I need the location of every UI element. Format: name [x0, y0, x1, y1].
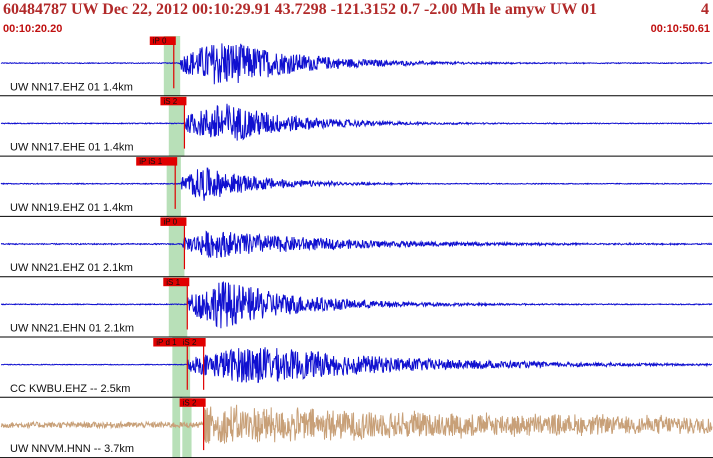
waveform-trace — [0, 230, 713, 259]
coda-window-band — [166, 156, 181, 217]
phase-pick-label: iP 0 — [163, 218, 177, 227]
channel-label: UW NN21.EHN 01 2.1km — [10, 323, 134, 335]
phase-pick-label: iS 2 — [163, 97, 177, 106]
channel-panel[interactable]: iS 1 UW NN21.EHN 01 2.1km — [0, 277, 713, 338]
channel-panel[interactable]: iP 0 UW NN21.EHZ 01 2.1km — [0, 216, 713, 278]
event-summary-end: 4 — [701, 1, 709, 18]
phase-pick-label: iP d 1 — [156, 338, 177, 347]
channel-label: UW NN17.EHZ 01 1.4km — [10, 81, 133, 93]
channel-label: UW NN21.EHZ 01 2.1km — [10, 262, 133, 274]
event-header: 60484787 UW Dec 22, 2012 00:10:29.91 43.… — [0, 0, 713, 36]
channel-panel[interactable]: iS 2 UW NNVM.HNN -- 3.7km — [0, 397, 713, 458]
waveform-trace — [0, 103, 713, 141]
channel-panel[interactable]: iP 0 UW NN17.EHZ 01 1.4km — [0, 36, 713, 97]
channel-panel[interactable]: iS 2 UW NN17.EHE 01 1.4km — [0, 96, 713, 157]
channel-label: UW NN17.EHE 01 1.4km — [10, 142, 133, 154]
waveform-trace — [1, 347, 713, 384]
window-start-time: 00:10:20.20 — [3, 23, 63, 35]
waveform-trace — [0, 167, 713, 201]
phase-pick-label: iP 0 — [153, 37, 167, 46]
waveform-trace — [0, 404, 713, 444]
channel-label: CC KWBU.EHZ -- 2.5km — [10, 383, 130, 395]
phase-pick-label: iS 2 — [183, 398, 197, 407]
window-end-time: 00:10:50.61 — [650, 23, 710, 35]
waveform-trace — [0, 43, 713, 85]
event-summary: 60484787 UW Dec 22, 2012 00:10:29.91 43.… — [3, 1, 598, 18]
waveform-trace — [1, 281, 713, 329]
channel-panel[interactable]: iP d 1 iS 2 CC KWBU.EHZ -- 2.5km — [0, 337, 713, 398]
phase-pick-label: iS 1 — [166, 278, 180, 287]
seismogram-panel[interactable]: iP 0 UW NN17.EHZ 01 1.4km iS 2 UW NN17.EHE … — [0, 36, 713, 458]
phase-pick-label: iS 2 — [183, 338, 197, 347]
phase-pick-label: iP iS 1 — [139, 157, 163, 166]
channel-label: UW NNVM.HNN -- 3.7km — [10, 443, 134, 455]
channel-panel[interactable]: iP iS 1 UW NN19.EHZ 01 1.4km — [0, 156, 713, 217]
channel-label: UW NN19.EHZ 01 1.4km — [10, 202, 133, 214]
